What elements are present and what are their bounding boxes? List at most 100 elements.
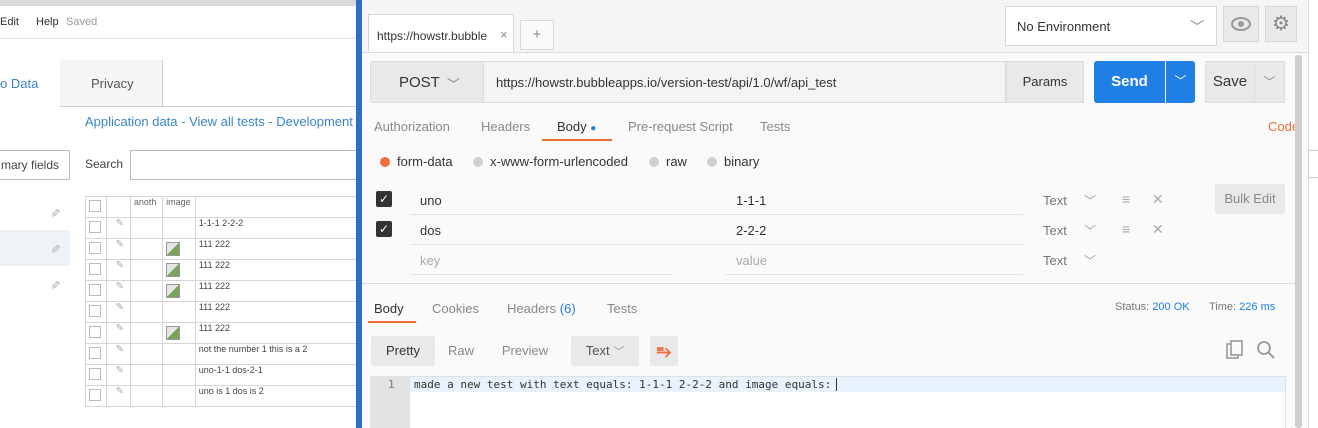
row-edit-cell[interactable]: ✎ — [105, 259, 131, 281]
menu-edit[interactable]: Edit — [0, 16, 19, 28]
form-type-select[interactable]: Text — [1043, 223, 1067, 238]
row-edit-cell[interactable]: ✎ — [105, 343, 131, 365]
row-edit-cell[interactable]: ✎ — [105, 301, 131, 323]
pencil-icon[interactable]: ✎ — [116, 324, 124, 335]
pencil-icon[interactable]: ✎ — [116, 345, 124, 356]
table-row[interactable]: ✎ 111 222 — [85, 322, 361, 344]
url-input[interactable]: https://howstr.bubbleapps.io/version-tes… — [484, 61, 1006, 103]
environment-select[interactable]: No Environment ﹀ — [1005, 6, 1217, 46]
form-key-field[interactable]: dos — [420, 223, 682, 238]
image-thumbnail-icon[interactable] — [166, 326, 181, 340]
application-data-link[interactable]: Application data - View all tests - Deve… — [85, 114, 384, 129]
save-button[interactable]: Save — [1205, 61, 1255, 103]
reorder-handle-icon[interactable]: ≡ — [1122, 221, 1130, 237]
new-value-input[interactable]: value — [736, 253, 1026, 268]
row-checkbox[interactable] — [89, 284, 101, 296]
row-select-cell[interactable] — [85, 217, 107, 239]
row-edit-cell[interactable]: ✎ — [105, 322, 131, 344]
row-select-cell[interactable] — [85, 238, 107, 260]
radio-urlencoded[interactable]: x-www-form-urlencoded — [473, 154, 628, 169]
table-row[interactable]: ✎ not the number 1 this is a 2 — [85, 343, 361, 365]
new-key-input[interactable]: key — [420, 253, 682, 268]
pencil-icon[interactable]: ✎ — [116, 240, 124, 251]
chevron-down-icon[interactable]: ﹀ — [1084, 192, 1096, 209]
table-row[interactable]: ✎ 111 222 — [85, 238, 361, 260]
pencil-icon[interactable]: ✎ — [116, 366, 124, 377]
wrap-lines-button[interactable]: ⥱ — [650, 336, 678, 366]
row-checkbox[interactable] — [89, 389, 101, 401]
row-select-cell[interactable] — [85, 364, 107, 386]
table-row[interactable]: ✎ uno is 1 dos is 2 — [85, 385, 361, 407]
copy-icon[interactable] — [1226, 340, 1244, 360]
radio-raw[interactable]: raw — [649, 154, 687, 169]
raw-button[interactable]: Raw — [440, 336, 482, 366]
radio-binary[interactable]: binary — [707, 154, 759, 169]
form-type-select[interactable]: Text — [1043, 193, 1067, 208]
form-value-field[interactable]: 2-2-2 — [736, 223, 1026, 238]
delete-row-icon[interactable]: ✕ — [1152, 191, 1164, 208]
row-edit-cell[interactable]: ✎ — [105, 217, 131, 239]
tab-headers[interactable]: Headers — [481, 119, 530, 134]
select-all-checkbox[interactable] — [89, 200, 101, 212]
environment-quick-look-button[interactable] — [1223, 6, 1259, 42]
radio-form-data[interactable]: form-data — [380, 154, 453, 169]
response-tab-cookies[interactable]: Cookies — [432, 301, 479, 316]
table-row[interactable]: ✎ 1-1-1 2-2-2 — [85, 217, 361, 239]
chevron-down-icon[interactable]: ﹀ — [1084, 222, 1096, 239]
tab-tests[interactable]: Tests — [760, 119, 790, 134]
image-thumbnail-icon[interactable] — [166, 242, 181, 256]
pencil-icon[interactable]: ✎ — [116, 387, 124, 398]
primary-fields-button[interactable]: mary fields — [0, 150, 70, 180]
row-select-cell[interactable] — [85, 343, 107, 365]
save-options-button[interactable]: ﹀ — [1255, 61, 1285, 103]
row-select-cell[interactable] — [85, 301, 107, 323]
pencil-icon[interactable]: ✎ — [116, 303, 124, 314]
new-tab-button[interactable]: + — [520, 20, 554, 50]
close-icon[interactable]: × — [500, 27, 508, 42]
response-tab-body[interactable]: Body — [374, 301, 404, 316]
pencil-icon[interactable]: ✎ — [116, 219, 124, 230]
delete-row-icon[interactable]: ✕ — [1152, 221, 1164, 238]
send-button[interactable]: Send — [1094, 61, 1165, 103]
tab-prerequest-script[interactable]: Pre-request Script — [628, 119, 733, 134]
chevron-down-icon[interactable]: ﹀ — [1084, 252, 1096, 269]
search-input[interactable] — [130, 150, 372, 180]
send-options-button[interactable]: ﹀ — [1166, 61, 1195, 103]
response-body-text[interactable]: made a new test with text equals: 1-1-1 … — [414, 378, 838, 391]
pretty-button[interactable]: Pretty — [371, 336, 435, 366]
column-header-another[interactable]: anoth — [129, 196, 164, 218]
row-checkbox[interactable] — [89, 326, 101, 338]
image-thumbnail-icon[interactable] — [166, 284, 181, 298]
row-checkbox[interactable] — [89, 242, 101, 254]
response-tab-headers[interactable]: Headers (6) — [507, 301, 576, 316]
row-edit-cell[interactable]: ✎ — [105, 280, 131, 302]
response-tab-tests[interactable]: Tests — [607, 301, 637, 316]
params-button[interactable]: Params — [1006, 61, 1084, 103]
header-select-cell[interactable] — [85, 196, 107, 218]
bulk-edit-button[interactable]: Bulk Edit — [1215, 184, 1285, 214]
pencil-icon[interactable]: ✎ — [48, 208, 62, 218]
row-checkbox[interactable] — [89, 263, 101, 275]
manage-environments-button[interactable]: ⚙ — [1265, 6, 1297, 42]
form-type-select[interactable]: Text — [1043, 253, 1067, 268]
row-checkbox[interactable] — [89, 221, 101, 233]
tab-authorization[interactable]: Authorization — [374, 119, 450, 134]
response-format-select[interactable]: Text ﹀ — [571, 336, 639, 366]
row-edit-cell[interactable]: ✎ — [105, 364, 131, 386]
scrollbar[interactable] — [1295, 55, 1302, 428]
pencil-icon[interactable]: ✎ — [48, 244, 62, 254]
table-row[interactable]: ✎ 111 222 — [85, 301, 361, 323]
row-enabled-checkbox[interactable]: ✓ — [376, 191, 392, 207]
column-header-text[interactable] — [194, 196, 361, 218]
search-icon[interactable] — [1256, 340, 1276, 360]
request-tab[interactable]: https://howstr.bubble × — [368, 14, 514, 52]
row-select-cell[interactable] — [85, 385, 107, 407]
form-key-field[interactable]: uno — [420, 193, 682, 208]
table-row[interactable]: ✎ uno-1-1 dos-2-1 — [85, 364, 361, 386]
tab-data[interactable]: o Data — [0, 60, 61, 107]
preview-button[interactable]: Preview — [492, 336, 558, 366]
row-select-cell[interactable] — [85, 259, 107, 281]
table-row[interactable]: ✎ 111 222 — [85, 259, 361, 281]
row-checkbox[interactable] — [89, 368, 101, 380]
tab-privacy[interactable]: Privacy — [60, 60, 163, 106]
